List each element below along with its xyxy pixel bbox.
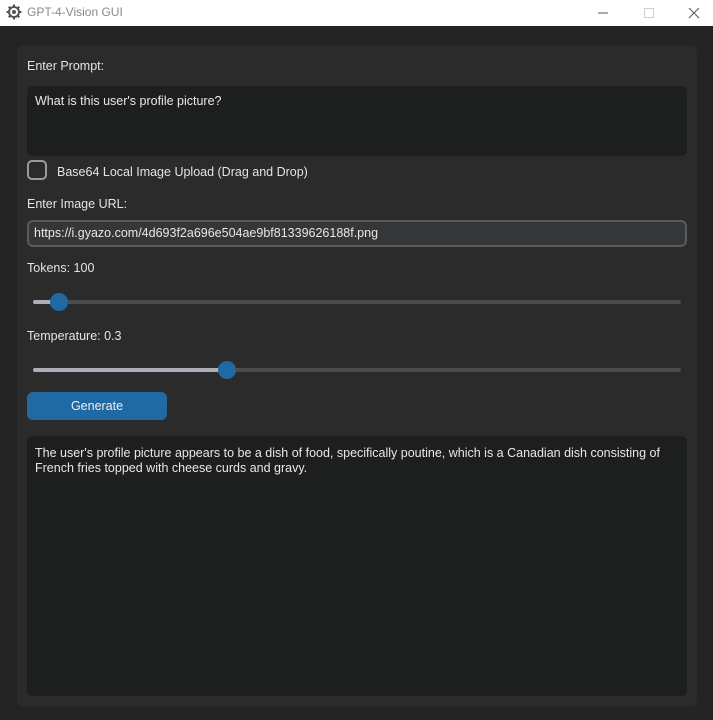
generate-button[interactable]: Generate <box>27 392 167 420</box>
temperature-slider-fill <box>33 368 228 372</box>
temperature-label: Temperature: 0.3 <box>27 329 122 343</box>
tokens-slider[interactable] <box>33 293 681 311</box>
output-textbox[interactable]: The user's profile picture appears to be… <box>27 436 687 696</box>
prompt-label: Enter Prompt: <box>27 59 105 73</box>
tokens-slider-handle[interactable] <box>49 293 68 311</box>
maximize-icon <box>644 8 654 18</box>
minimize-button[interactable] <box>580 0 626 26</box>
temperature-slider[interactable] <box>33 361 681 379</box>
close-icon <box>688 7 700 19</box>
prompt-textbox[interactable]: What is this user's profile picture? <box>27 86 687 156</box>
base64-upload-checkbox[interactable] <box>27 160 47 180</box>
gear-icon <box>6 4 22 20</box>
tokens-label: Tokens: 100 <box>27 261 95 275</box>
maximize-button[interactable] <box>626 0 672 26</box>
main-panel: Enter Prompt: What is this user's profil… <box>17 46 697 706</box>
title-bar: GPT-4-Vision GUI <box>0 0 713 26</box>
minimize-icon <box>598 12 608 14</box>
temperature-slider-handle[interactable] <box>218 361 237 379</box>
base64-upload-label[interactable]: Base64 Local Image Upload (Drag and Drop… <box>57 164 308 180</box>
window-title: GPT-4-Vision GUI <box>27 5 123 19</box>
close-button[interactable] <box>671 0 713 26</box>
image-url-input[interactable]: https://i.gyazo.com/4d693f2a696e504ae9bf… <box>27 220 687 247</box>
image-url-label: Enter Image URL: <box>27 197 128 211</box>
